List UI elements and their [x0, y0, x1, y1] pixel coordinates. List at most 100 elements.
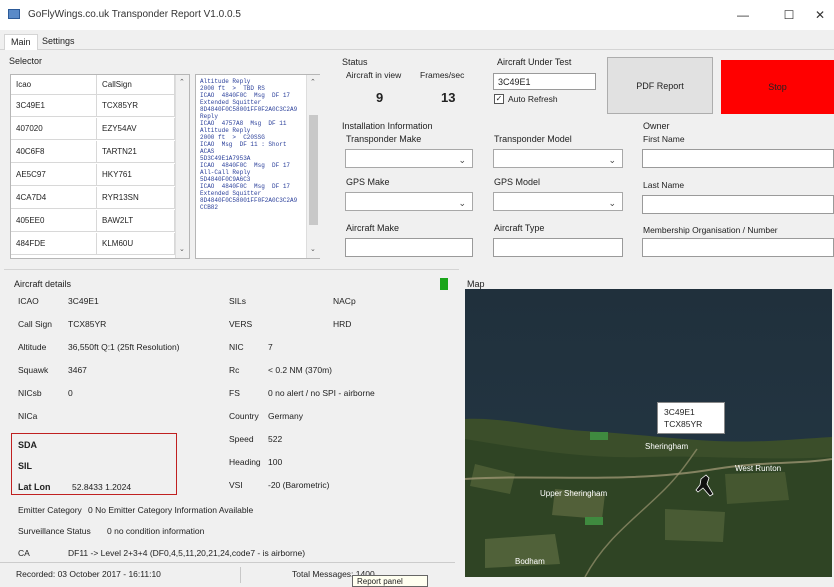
detail-field-label: ICAO [18, 296, 39, 306]
detail-field-label: Call Sign [18, 319, 53, 329]
app-icon [8, 9, 20, 19]
aircraft-type-label: Aircraft Type [494, 223, 545, 233]
detail-field-label: Lat Lon [18, 482, 51, 492]
column-header-callsign[interactable]: CallSign [97, 75, 175, 95]
selector-label: Selector [9, 56, 43, 66]
detail-field-value: 36,550ft Q:1 (25ft Resolution) [68, 342, 180, 352]
table-row-callsign[interactable]: TARTN21 [97, 141, 175, 163]
status-label: Status [342, 57, 368, 67]
detail-field-label: NICsb [18, 388, 42, 398]
aircraft-details-label: Aircraft details [14, 279, 72, 289]
scroll-down-icon[interactable]: ⌄ [310, 245, 316, 253]
first-name-input[interactable] [642, 149, 834, 168]
detail-field-value: Germany [268, 411, 303, 421]
scroll-down-icon[interactable]: ⌄ [179, 245, 185, 253]
aircraft-type-input[interactable] [493, 238, 623, 257]
map-satellite-image [465, 289, 832, 577]
gps-model-combo[interactable]: ⌄ [493, 192, 623, 211]
town-label: West Runton [735, 464, 782, 473]
aircraft-make-input[interactable] [345, 238, 473, 257]
table-row-icao[interactable]: 3C49E1 [11, 95, 97, 117]
last-name-label: Last Name [643, 180, 685, 190]
message-log-text: Altitude Reply 2000 ft > TBD RS ICAO 484… [200, 78, 298, 211]
selector-table: Icao CallSign 3C49E1 TCX85YR 407020 EZY54AV… [10, 74, 190, 259]
chevron-down-icon[interactable]: ⌄ [458, 155, 466, 166]
selector-scrollbar[interactable]: ⌃ ⌄ [175, 75, 189, 258]
separator [240, 567, 241, 583]
detail-field-value: -20 (Barometric) [268, 480, 330, 490]
detail-field-label: HRD [333, 319, 352, 329]
membership-input[interactable] [642, 238, 834, 257]
table-row-icao[interactable]: 40C6F8 [11, 141, 97, 163]
recorded-timestamp: Recorded: 03 October 2017 - 16:11:10 [16, 569, 161, 579]
transponder-model-combo[interactable]: ⌄ [493, 149, 623, 168]
detail-field-label: Country [229, 411, 259, 421]
road-sign-a148 [585, 517, 603, 525]
town-label: Bodham [515, 557, 545, 566]
town-label: Sheringham [645, 442, 689, 451]
table-row-icao[interactable]: AE5C97 [11, 164, 97, 186]
detail-field-value: < 0.2 NM (370m) [268, 365, 333, 375]
aircraft-under-test-input[interactable]: 3C49E1 [493, 73, 596, 90]
gps-model-label: GPS Model [494, 177, 541, 187]
detail-field-value: 0 no alert / no SPI - airborne [268, 388, 375, 398]
detail-field-label: VSI [229, 480, 243, 490]
road-sign-a149 [590, 432, 608, 440]
tab-settings[interactable]: Settings [36, 34, 81, 50]
detail-field-value: 100 [268, 457, 283, 467]
chevron-down-icon[interactable]: ⌄ [608, 198, 616, 209]
aircraft-in-view-label: Aircraft in view [346, 70, 402, 80]
detail-field-label: SIL [18, 461, 33, 471]
tab-main[interactable]: Main [4, 34, 38, 50]
close-button[interactable]: ✕ [806, 0, 834, 30]
ca-value: DF11 -> Level 2+3+4 (DF0,4,5,11,20,21,24… [68, 548, 306, 558]
transponder-make-combo[interactable]: ⌄ [345, 149, 473, 168]
chevron-down-icon[interactable]: ⌄ [458, 198, 466, 209]
table-row-callsign[interactable]: RYR13SN [97, 187, 175, 209]
chevron-down-icon[interactable]: ⌄ [608, 155, 616, 166]
pdf-report-button[interactable]: PDF Report [607, 57, 713, 114]
map-view[interactable]: 3C49E1 TCX85YR Sheringham West Runton Up… [465, 289, 832, 577]
table-row-icao[interactable]: 405EE0 [11, 210, 97, 232]
detail-field-value: 3467 [68, 365, 87, 375]
table-row-callsign[interactable]: TCX85YR [97, 95, 175, 117]
detail-field-label: FS [229, 388, 240, 398]
gps-make-combo[interactable]: ⌄ [345, 192, 473, 211]
detail-field-value: 522 [268, 434, 283, 444]
message-log[interactable]: Altitude Reply 2000 ft > TBD RS ICAO 484… [195, 74, 320, 259]
column-header-icao[interactable]: Icao [11, 75, 97, 95]
table-row-icao[interactable]: 407020 [11, 118, 97, 140]
table-row-callsign[interactable]: KLM60U [97, 233, 175, 255]
surveillance-status-label: Surveillance Status [18, 526, 91, 536]
aircraft-under-test-label: Aircraft Under Test [497, 57, 572, 67]
minimize-button[interactable]: — [720, 0, 766, 30]
stop-button[interactable]: Stop [721, 60, 834, 114]
table-row-callsign[interactable]: HKY761 [97, 164, 175, 186]
popup-icao: 3C49E1 [664, 407, 695, 417]
detail-field-value: 52.8433 1.2024 [72, 482, 132, 492]
detail-field-value: 7 [268, 342, 273, 352]
status-indicator [440, 278, 448, 290]
detail-field-label: NICa [18, 411, 38, 421]
table-row-callsign[interactable]: EZY54AV [97, 118, 175, 140]
scroll-up-icon[interactable]: ⌃ [310, 78, 316, 86]
detail-field-label: Heading [229, 457, 261, 467]
detail-field-label: SILs [229, 296, 247, 306]
scroll-thumb[interactable] [309, 115, 318, 225]
map-label: Map [467, 279, 485, 289]
log-scrollbar[interactable]: ⌃ ⌄ [306, 75, 320, 258]
detail-field-label: Altitude [18, 342, 47, 352]
town-label: Upper Sheringham [540, 489, 608, 498]
tooltip: Report panel [352, 575, 428, 587]
transponder-make-label: Transponder Make [346, 134, 422, 144]
table-row-icao[interactable]: 4CA7D4 [11, 187, 97, 209]
table-row-callsign[interactable]: BAW2LT [97, 210, 175, 232]
auto-refresh-checkbox[interactable]: ✓ [494, 94, 504, 104]
installation-info-label: Installation Information [342, 121, 433, 131]
window-title: GoFlyWings.co.uk Transponder Report V1.0… [28, 9, 241, 20]
last-name-input[interactable] [642, 195, 834, 214]
detail-field-value: TCX85YR [68, 319, 107, 329]
aircraft-popup[interactable]: 3C49E1 TCX85YR [657, 402, 725, 434]
table-row-icao[interactable]: 484FDE [11, 233, 97, 255]
scroll-up-icon[interactable]: ⌃ [179, 78, 185, 86]
